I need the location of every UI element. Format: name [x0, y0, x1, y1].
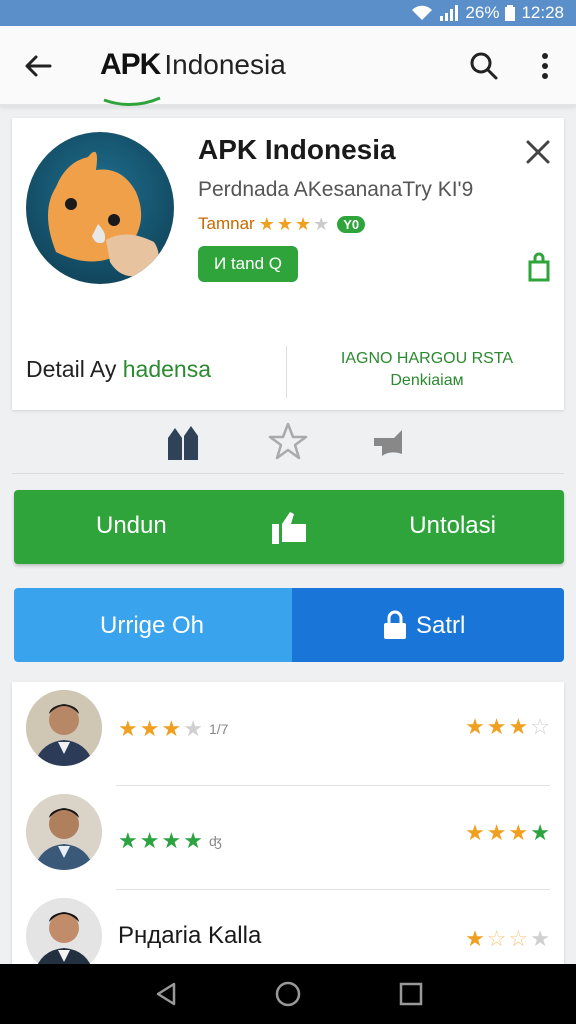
share-icon[interactable]: [368, 420, 412, 464]
recents-nav-icon[interactable]: [398, 980, 424, 1008]
logo-apk: APK: [100, 48, 161, 81]
secondary-right-label: Satrl: [416, 612, 466, 639]
star-icon: ★: [294, 214, 312, 234]
install-chip-button[interactable]: И tand Q: [198, 246, 298, 282]
detail-highlight: hadensa: [122, 356, 211, 382]
battery-percent: 26%: [465, 3, 500, 22]
close-icon[interactable]: [524, 138, 552, 166]
rating-label: Tamnar: [198, 214, 255, 233]
review-item[interactable]: ★ ★ ★ ★ 1/7 ★ ★ ★ ☆: [12, 682, 564, 786]
review-note: 1/7: [208, 721, 229, 737]
app-title: APK Indonesia: [198, 134, 396, 165]
system-nav-bar: [0, 964, 576, 1024]
avatar: [26, 898, 102, 974]
action-row: [12, 414, 564, 474]
detail-info-line2: Denkiaiaм: [390, 372, 464, 389]
detail-info-line1: IAGNO HARGOU RSTA: [340, 350, 514, 367]
app-bar: APK Indonesia: [0, 26, 576, 106]
avatar: [26, 690, 102, 766]
app-card: APK Indonesia Perdnada AKesananaTry KI'9…: [12, 118, 564, 410]
search-icon[interactable]: [466, 48, 502, 84]
reviewer-name: Pндaria Kalla: [118, 922, 262, 949]
review-rating: ★ ☆ ☆ ★: [465, 926, 550, 951]
app-icon: [26, 132, 174, 284]
rating-badge: Y0: [337, 215, 366, 233]
signal-icon: [440, 5, 459, 21]
home-nav-icon[interactable]: [274, 980, 302, 1008]
star-icon: ★: [276, 214, 293, 234]
back-nav-icon[interactable]: [152, 980, 180, 1008]
download-button[interactable]: Undun Untolasi: [14, 490, 564, 564]
detail-link[interactable]: Detail Ay hadensa: [26, 356, 211, 383]
avatar: [26, 794, 102, 870]
detail-info: IAGNO HARGOU RSTA Denkiaiaм: [312, 348, 542, 392]
secondary-left-button[interactable]: Urrige Oh: [14, 588, 292, 662]
logo-swoosh-icon: [103, 96, 161, 106]
developer-name: Perdnada AKesananaTry KI'9: [198, 178, 474, 201]
download-left-label: Undun: [96, 512, 167, 539]
review-stars: ★ ★ ★ ★ ʤ: [118, 828, 222, 853]
reviews-list: ★ ★ ★ ★ 1/7 ★ ★ ★ ☆ ★ ★ ★ ★ ʤ ★ ★ ★ ★ Pндaria Kalla …: [12, 682, 564, 982]
detail-prefix: Detail Ay: [26, 356, 123, 382]
review-item[interactable]: ★ ★ ★ ★ ʤ ★ ★ ★ ★: [12, 786, 564, 890]
secondary-right-button[interactable]: Satrl: [292, 588, 564, 662]
review-note: ʤ: [208, 833, 222, 849]
secondary-left-label: Urrige Oh: [100, 612, 205, 639]
clock: 12:28: [521, 3, 564, 22]
wifi-icon: [412, 5, 433, 20]
review-rating: ★ ★ ★ ☆: [465, 714, 550, 739]
back-arrow-icon[interactable]: [20, 48, 56, 84]
more-vert-icon[interactable]: [532, 48, 558, 84]
app-rating: Tamnar ★ ★ ★ ★ Y0: [198, 214, 366, 234]
thumbs-up-icon: [272, 512, 306, 544]
star-outline-icon[interactable]: [266, 420, 310, 464]
divider: [286, 346, 287, 398]
status-bar: 26% 12:28: [0, 0, 576, 26]
battery-icon: [505, 5, 516, 21]
logo-indonesia: Indonesia: [164, 49, 286, 80]
star-icon: ★: [313, 214, 330, 234]
shopping-bag-icon[interactable]: [526, 252, 552, 282]
upvote-icon[interactable]: [162, 420, 206, 464]
review-rating: ★ ★ ★ ★: [465, 820, 550, 845]
lock-icon: [384, 610, 406, 639]
apk-logo: APK Indonesia: [100, 48, 286, 88]
download-right-label: Untolasi: [409, 512, 496, 539]
star-icon: ★: [258, 214, 275, 234]
review-stars: ★ ★ ★ ★ 1/7: [118, 716, 229, 741]
